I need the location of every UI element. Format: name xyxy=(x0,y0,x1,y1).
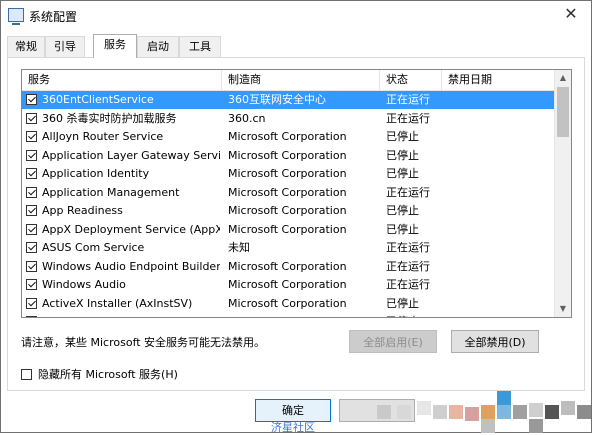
service-row[interactable]: 360 杀毒实时防护加载服务 360.cn 正在运行 xyxy=(22,110,554,128)
service-manufacturer: Microsoft Corporation xyxy=(228,204,347,217)
column-header-service[interactable]: 服务 xyxy=(22,70,222,90)
service-status: 已停止 xyxy=(386,167,419,180)
disable-all-button[interactable]: 全部禁用(D) xyxy=(451,330,539,353)
close-button[interactable]: ✕ xyxy=(559,3,583,25)
services-panel: 服务 制造商 状态 禁用日期 360EntClientService 360互联网… xyxy=(7,57,585,391)
service-name: Application Layer Gateway Service xyxy=(42,148,220,162)
service-row[interactable]: 360EntClientService 360互联网安全中心 正在运行 xyxy=(22,91,554,109)
service-status: 正在运行 xyxy=(386,278,430,291)
scroll-thumb[interactable] xyxy=(557,87,569,137)
service-checkbox[interactable] xyxy=(26,260,37,272)
service-row[interactable]: Windows Audio Endpoint Builder Microsoft … xyxy=(22,258,554,276)
service-row[interactable]: Application Layer Gateway Service Microso… xyxy=(22,147,554,165)
service-status: 正在运行 xyxy=(386,111,430,125)
service-row[interactable]: AppX Deployment Service (AppX... Microsof… xyxy=(22,221,554,239)
service-status: 正在运行 xyxy=(386,241,430,254)
service-checkbox[interactable] xyxy=(26,131,37,142)
monitor-icon xyxy=(8,8,24,25)
tab-startup[interactable]: 启动 xyxy=(137,36,179,57)
system-config-window: 系统配置 ✕ 常规 引导 服务 启动 工具 服务 制造商 状态 禁用日期 360… xyxy=(0,0,592,434)
service-status: 正在运行 xyxy=(386,93,430,106)
close-icon: ✕ xyxy=(564,4,578,23)
service-checkbox[interactable] xyxy=(26,205,37,216)
hide-microsoft-checkbox[interactable] xyxy=(21,369,32,380)
service-row[interactable]: BitLocker Drive Encryption Service Micros… xyxy=(22,313,554,317)
service-status: 已停止 xyxy=(386,222,419,236)
service-checkbox[interactable] xyxy=(26,168,37,179)
service-status: 已停止 xyxy=(386,130,419,143)
service-checkbox[interactable] xyxy=(26,149,37,161)
hide-microsoft-services[interactable]: 隐藏所有 Microsoft 服务(H) xyxy=(21,366,178,382)
window-title: 系统配置 xyxy=(29,10,78,24)
service-row[interactable]: ASUS Com Service 未知 正在运行 xyxy=(22,239,554,257)
service-checkbox[interactable] xyxy=(26,223,37,235)
column-header-status[interactable]: 状态 xyxy=(380,70,442,90)
service-name: Application Identity xyxy=(42,167,150,180)
service-name: Application Management xyxy=(42,185,180,199)
vertical-scrollbar[interactable]: ▲ ▼ xyxy=(554,70,571,317)
service-row[interactable]: Application Identity Microsoft Corporatio… xyxy=(22,165,554,183)
service-name: BitLocker Drive Encryption Service xyxy=(42,313,220,317)
pixelated-overlay xyxy=(341,391,592,434)
service-name: ActiveX Installer (AxInstSV) xyxy=(42,296,193,310)
service-name: Windows Audio Endpoint Builder xyxy=(42,259,220,273)
service-name: Windows Audio xyxy=(42,278,126,291)
service-manufacturer: Microsoft Corporation xyxy=(228,222,347,236)
enable-all-button[interactable]: 全部启用(E) xyxy=(349,330,437,353)
service-name: App Readiness xyxy=(42,204,123,217)
service-checkbox[interactable] xyxy=(26,279,37,290)
service-checkbox[interactable] xyxy=(26,297,37,309)
scroll-up-icon[interactable]: ▲ xyxy=(555,70,571,86)
service-manufacturer: 360互联网安全中心 xyxy=(228,93,326,106)
service-checkbox[interactable] xyxy=(26,112,37,124)
service-name: 360EntClientService xyxy=(42,93,154,106)
service-checkbox[interactable] xyxy=(26,316,37,317)
service-row[interactable]: Application Management Microsoft Corporat… xyxy=(22,184,554,202)
service-manufacturer: Microsoft Corporation xyxy=(228,313,378,317)
tab-services[interactable]: 服务 xyxy=(93,34,137,58)
title-bar: 系统配置 ✕ xyxy=(1,1,591,31)
service-manufacturer: Microsoft Corporation xyxy=(228,259,347,273)
service-name: AppX Deployment Service (AppX... xyxy=(42,222,220,236)
service-name: ASUS Com Service xyxy=(42,241,145,254)
service-manufacturer: 未知 xyxy=(228,241,250,254)
service-manufacturer: Microsoft Corporation xyxy=(228,278,347,291)
service-checkbox[interactable] xyxy=(26,242,37,253)
service-name: 360 杀毒实时防护加载服务 xyxy=(42,111,177,125)
service-manufacturer: Microsoft Corporation xyxy=(228,296,347,310)
service-manufacturer: Microsoft Corporation xyxy=(228,148,347,162)
service-status: 正在运行 xyxy=(386,259,430,273)
service-manufacturer: Microsoft Corporation xyxy=(228,130,347,143)
tab-boot[interactable]: 引导 xyxy=(45,36,85,57)
service-row[interactable]: Windows Audio Microsoft Corporation 正在运行 xyxy=(22,276,554,294)
column-header-disable-date[interactable]: 禁用日期 xyxy=(442,70,554,90)
service-status: 已停止 xyxy=(386,313,444,317)
list-header: 服务 制造商 状态 禁用日期 xyxy=(22,70,554,91)
column-header-manufacturer[interactable]: 制造商 xyxy=(222,70,380,90)
hide-microsoft-label: 隐藏所有 Microsoft 服务(H) xyxy=(38,368,178,381)
service-manufacturer: Microsoft Corporation xyxy=(228,185,347,199)
service-checkbox[interactable] xyxy=(26,94,37,105)
service-status: 已停止 xyxy=(386,148,419,162)
service-status: 正在运行 xyxy=(386,185,430,199)
security-note: 请注意，某些 Microsoft 安全服务可能无法禁用。 xyxy=(21,336,266,349)
service-manufacturer: 360.cn xyxy=(228,111,266,125)
service-row[interactable]: ActiveX Installer (AxInstSV) Microsoft Co… xyxy=(22,295,554,313)
service-status: 已停止 xyxy=(386,204,419,217)
tab-tools[interactable]: 工具 xyxy=(179,36,221,57)
service-row[interactable]: AllJoyn Router Service Microsoft Corporat… xyxy=(22,128,554,146)
tab-general[interactable]: 常规 xyxy=(7,36,45,57)
service-checkbox[interactable] xyxy=(26,186,37,198)
service-name: AllJoyn Router Service xyxy=(42,130,164,143)
service-status: 已停止 xyxy=(386,296,419,310)
service-manufacturer: Microsoft Corporation xyxy=(228,167,347,180)
scroll-down-icon[interactable]: ▼ xyxy=(555,301,571,317)
services-list[interactable]: 服务 制造商 状态 禁用日期 360EntClientService 360互联网… xyxy=(21,69,572,318)
service-row[interactable]: App Readiness Microsoft Corporation 已停止 xyxy=(22,202,554,220)
